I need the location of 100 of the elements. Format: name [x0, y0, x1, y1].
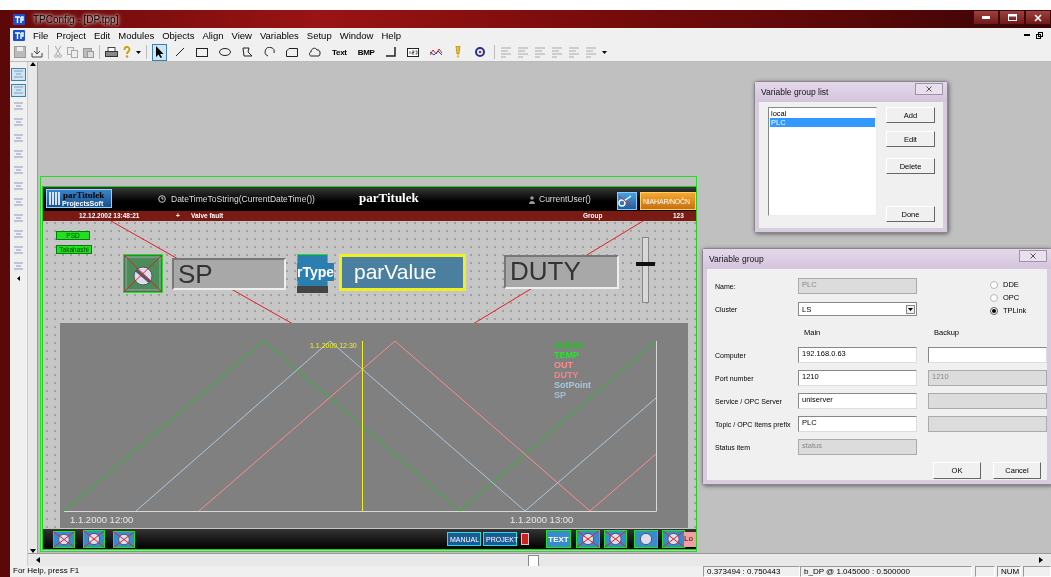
text-button[interactable]: TEXT [546, 530, 571, 548]
align-icon [13, 230, 24, 239]
text-field[interactable] [928, 347, 1047, 363]
down-arrow-icon[interactable] [29, 549, 36, 553]
user-text: CurrentUser() [539, 194, 591, 204]
printer-icon[interactable] [105, 46, 118, 58]
date-time-text: DateTimeToString(CurrentDateTime()) [171, 194, 315, 204]
display-icon [406, 47, 419, 57]
type-label: rType [297, 263, 335, 281]
minimize-button[interactable] [973, 10, 999, 25]
slider-thumb[interactable] [636, 261, 655, 266]
align-icon [13, 150, 24, 159]
arrow-icon [155, 46, 164, 58]
left-arrow-icon[interactable] [36, 557, 40, 563]
ellipse-icon [219, 48, 231, 56]
horizontal-scrollbar[interactable] [28, 553, 1051, 566]
help-icon[interactable] [123, 46, 131, 58]
user-icon [529, 196, 535, 204]
logo-caption: parTitulek [63, 190, 105, 200]
status-pane [975, 566, 995, 577]
menu-item[interactable]: Help [381, 30, 402, 41]
stop-icon [521, 533, 529, 545]
axis-label: 1.1.2000 12:00 [70, 514, 134, 525]
menu-item[interactable]: Setup [306, 30, 332, 41]
legend-entry: OUT [554, 360, 573, 370]
menu-item[interactable]: Modules [118, 30, 155, 41]
maximize-icon [1007, 14, 1017, 21]
legend-entry: teplota [554, 340, 584, 350]
status-pane [1023, 566, 1051, 577]
align-tool-button[interactable] [11, 84, 26, 97]
scroll-thumb[interactable] [528, 555, 539, 567]
close-icon [1034, 13, 1042, 22]
tool-button[interactable]: Text [329, 43, 350, 61]
app-icon [13, 13, 25, 25]
align-icon [13, 102, 24, 111]
menu-item[interactable]: Project [56, 30, 86, 41]
menu-item[interactable]: Align [202, 30, 224, 41]
dialog-title: Variable group list [761, 87, 829, 97]
menu-item[interactable]: Variables [259, 30, 299, 41]
align-icon [13, 214, 24, 223]
line-icon [175, 47, 185, 57]
exclamation-icon [455, 46, 462, 58]
caret-icon[interactable] [601, 50, 607, 54]
screen-title: parTitulek [359, 190, 419, 206]
radio-dot[interactable] [990, 280, 998, 289]
align-icon [13, 118, 24, 127]
align-icon [13, 198, 24, 207]
paste-icon[interactable] [83, 46, 94, 58]
tool-button[interactable] [152, 43, 167, 61]
polygon-icon [242, 47, 253, 57]
close-button[interactable] [1025, 10, 1051, 25]
align-icon [13, 246, 24, 255]
align-icon [13, 134, 24, 143]
status-text: For Help, press F1 [12, 566, 80, 577]
menu-item[interactable]: Objects [162, 30, 195, 41]
radio-dot[interactable] [990, 293, 998, 302]
setpoint-display: SP [172, 258, 286, 290]
legend-entry: DUTY [554, 370, 579, 380]
menu-item[interactable]: File [33, 30, 49, 41]
bars-icon [49, 192, 61, 205]
status-object: b_DP @ 1.045000 : 0.500000 [800, 566, 972, 577]
num-lock-indicator: NUM [997, 566, 1021, 577]
caret-icon[interactable] [17, 276, 20, 281]
restore-icon[interactable] [1036, 32, 1043, 39]
export-icon[interactable] [31, 46, 43, 58]
radio-dot[interactable] [990, 306, 998, 315]
minimize-icon [982, 16, 990, 19]
dropdown-arrow-icon [906, 304, 915, 314]
right-arrow-icon[interactable] [1039, 557, 1043, 563]
caret-icon[interactable] [136, 50, 141, 54]
tool-button[interactable]: BMP [354, 43, 378, 61]
rectangle-icon [196, 47, 208, 57]
app-icon [13, 30, 25, 41]
up-arrow-icon[interactable] [29, 62, 36, 66]
align-icon [13, 262, 24, 271]
vertical-scrollbar[interactable] [28, 62, 38, 553]
save-icon[interactable] [14, 46, 26, 58]
menu-item[interactable]: View [231, 30, 252, 41]
legend-entry: SotPoint [554, 380, 591, 390]
menu-item[interactable]: Window [339, 30, 374, 41]
close-icon [926, 86, 932, 92]
duty-display: DUTY [504, 255, 619, 289]
close-icon [1030, 253, 1036, 259]
clock-icon [158, 195, 166, 203]
legend-entry: TEMP [554, 350, 579, 360]
arc-icon [264, 47, 275, 57]
window-title: TPConfig - [DP.tpp] [32, 13, 120, 25]
key-icon [618, 195, 632, 207]
menu-item[interactable]: Edit [93, 30, 111, 41]
maximize-button[interactable] [999, 10, 1025, 25]
align-icon [13, 70, 24, 79]
status-coordinates: 0.373494 : 0.750443 [703, 566, 800, 577]
cut-icon[interactable] [54, 46, 62, 58]
cloud-icon [309, 47, 321, 57]
copy-icon[interactable] [67, 46, 78, 58]
tool-button[interactable] [617, 192, 637, 210]
align-icon [13, 166, 24, 175]
legend-entry: SP [554, 390, 566, 400]
valve-icon [123, 254, 163, 293]
axis-label: 1.1.2000 13:00 [510, 514, 574, 525]
